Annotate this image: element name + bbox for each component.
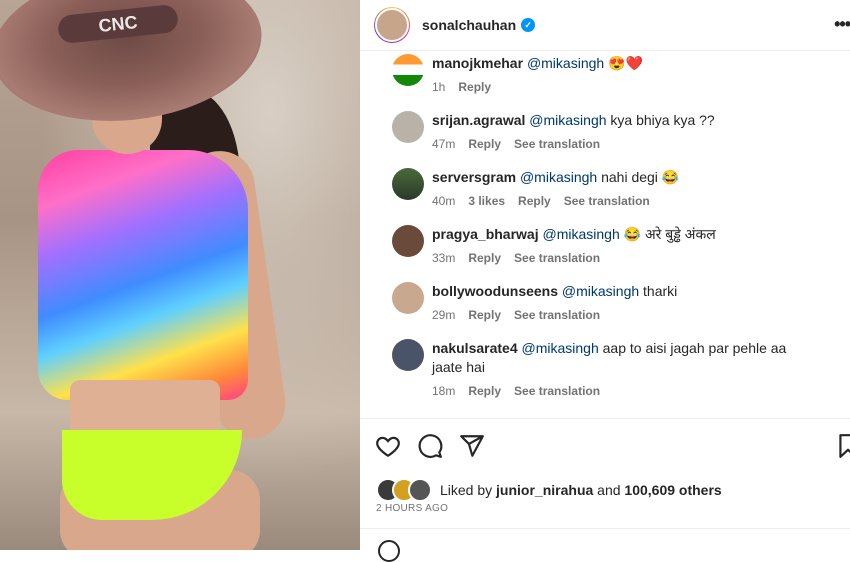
comment-time[interactable]: 29m — [432, 308, 455, 322]
comment-item: pragya_bharwaj @mikasingh 😂 अरे बुड्ढे अ… — [392, 225, 832, 265]
comment-username[interactable]: srijan.agrawal — [432, 112, 525, 128]
liker-username[interactable]: junior_nirahua — [496, 482, 593, 498]
send-icon[interactable] — [458, 432, 486, 460]
comment-mention[interactable]: @mikasingh — [522, 340, 599, 356]
heart-icon[interactable] — [374, 432, 402, 460]
reply-button[interactable]: Reply — [468, 137, 501, 151]
likes-middle: and — [597, 482, 621, 498]
comment-mention[interactable]: @mikasingh — [520, 169, 597, 185]
comment-avatar[interactable] — [392, 111, 424, 143]
comment-username[interactable]: bollywoodunseens — [432, 283, 558, 299]
comment-username[interactable]: manojkmehar — [432, 55, 523, 71]
comment-mention[interactable]: @mikasingh — [527, 55, 604, 71]
action-bar — [360, 430, 850, 464]
see-translation-button[interactable]: See translation — [514, 251, 600, 265]
comment-item: srijan.agrawal @mikasingh kya bhiya kya … — [392, 111, 832, 151]
comment-text: 😂 अरे बुड्ढे अंकल — [623, 226, 716, 242]
comment-time[interactable]: 18m — [432, 384, 455, 398]
comment-avatar[interactable] — [392, 225, 424, 257]
see-translation-button[interactable]: See translation — [514, 308, 600, 322]
comment-item: bollywoodunseens @mikasingh tharki 29m R… — [392, 282, 832, 322]
comment-time[interactable]: 47m — [432, 137, 455, 151]
see-translation-button[interactable]: See translation — [514, 384, 600, 398]
comment-avatar[interactable] — [392, 282, 424, 314]
see-translation-button[interactable]: See translation — [564, 194, 650, 208]
comment-time[interactable]: 33m — [432, 251, 455, 265]
composer-divider — [360, 528, 850, 529]
comment-avatar[interactable] — [392, 168, 424, 200]
comments-list[interactable]: manojkmehar @mikasingh 😍❤️ 1h Reply srij… — [360, 50, 850, 418]
see-translation-button[interactable]: See translation — [514, 137, 600, 151]
comment-text: tharki — [643, 283, 678, 299]
verified-icon: ✓ — [521, 18, 536, 32]
reply-button[interactable]: Reply — [518, 194, 551, 208]
comment-text: kya bhiya kya ?? — [610, 112, 715, 128]
reply-button[interactable]: Reply — [468, 308, 501, 322]
comment-username[interactable]: pragya_bharwaj — [432, 226, 539, 242]
comment-username[interactable]: nakulsarate4 — [432, 340, 518, 356]
author-username[interactable]: sonalchauhan — [422, 17, 516, 33]
comment-avatar[interactable] — [392, 339, 424, 371]
author-avatar[interactable] — [374, 7, 410, 43]
bookmark-icon[interactable] — [834, 432, 850, 460]
reply-button[interactable]: Reply — [458, 80, 491, 94]
post-header: sonalchauhan ✓ ••• — [360, 0, 850, 51]
reply-button[interactable]: Reply — [468, 384, 501, 398]
comment-item: serversgram @mikasingh nahi degi 😂 40m 3… — [392, 168, 832, 208]
photo-top — [38, 150, 248, 400]
comment-time[interactable]: 1h — [432, 80, 445, 94]
likes-count[interactable]: 100,609 others — [624, 482, 721, 498]
comment-mention[interactable]: @mikasingh — [562, 283, 639, 299]
comment-mention[interactable]: @mikasingh — [529, 112, 606, 128]
post-timestamp[interactable]: 2 HOURS AGO — [376, 503, 448, 514]
reply-button[interactable]: Reply — [468, 251, 501, 265]
likes-prefix: Liked by — [440, 482, 493, 498]
actions-divider — [360, 418, 850, 419]
post-photo[interactable]: CNC — [0, 0, 360, 550]
comment-item: manojkmehar @mikasingh 😍❤️ 1h Reply — [392, 54, 832, 94]
comment-item: nakulsarate4 @mikasingh aap to aisi jaga… — [392, 339, 832, 398]
comment-icon[interactable] — [416, 432, 444, 460]
comment-text: nahi degi 😂 — [601, 169, 680, 185]
more-options-icon[interactable]: ••• — [834, 14, 850, 35]
emoji-icon[interactable] — [378, 540, 400, 562]
comment-time[interactable]: 40m — [432, 194, 455, 208]
liker-avatar[interactable] — [408, 478, 432, 502]
comment-text: 😍❤️ — [608, 55, 643, 71]
comment-avatar[interactable] — [392, 54, 424, 86]
comment-likes[interactable]: 3 likes — [468, 194, 505, 208]
likes-summary: Liked by junior_nirahua and 100,609 othe… — [376, 478, 722, 502]
comment-username[interactable]: serversgram — [432, 169, 516, 185]
comment-mention[interactable]: @mikasingh — [543, 226, 620, 242]
